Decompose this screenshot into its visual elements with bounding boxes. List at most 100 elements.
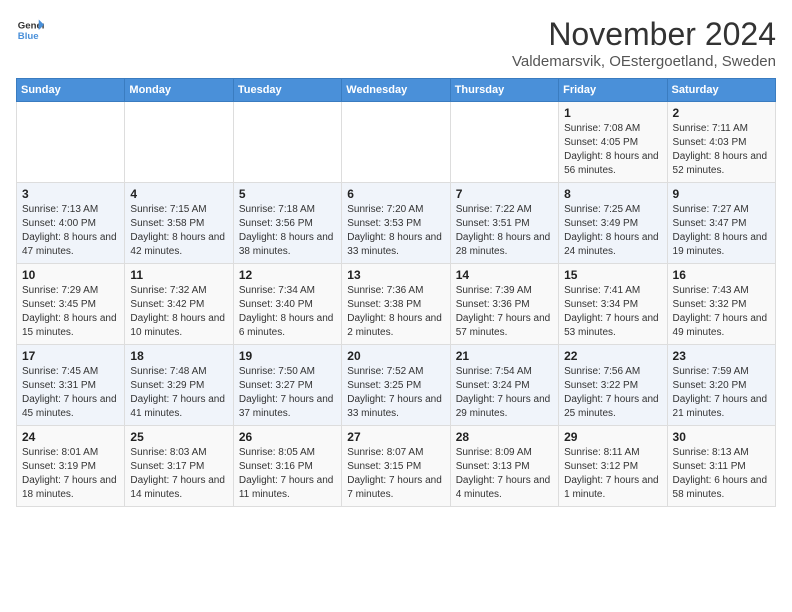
calendar-cell: 29 Sunrise: 8:11 AM Sunset: 3:12 PM Dayli…: [559, 426, 667, 507]
calendar-cell: 17Sunrise: 7:45 AM Sunset: 3:31 PM Dayli…: [17, 345, 125, 426]
day-number: 1: [564, 106, 661, 120]
calendar-cell: 15 Sunrise: 7:41 AM Sunset: 3:34 PM Dayli…: [559, 264, 667, 345]
day-number: 20: [347, 349, 444, 363]
day-number: 26: [239, 430, 336, 444]
day-info: Sunrise: 7:18 AM Sunset: 3:56 PM Dayligh…: [239, 203, 336, 259]
day-number: 15: [564, 268, 661, 282]
day-info: Sunrise: 7:52 AM Sunset: 3:25 PM Dayligh…: [347, 365, 444, 421]
day-number: 3: [22, 187, 119, 201]
day-number: 11: [130, 268, 227, 282]
calendar-cell: 28 Sunrise: 8:09 AM Sunset: 3:13 PM Dayli…: [450, 426, 558, 507]
calendar-cell: 11 Sunrise: 7:32 AM Sunset: 3:42 PM Dayli…: [125, 264, 233, 345]
weekday-header: Monday: [125, 79, 233, 102]
calendar-cell: 19Sunrise: 7:50 AM Sunset: 3:27 PM Dayli…: [233, 345, 341, 426]
day-info: Sunrise: 7:54 AM Sunset: 3:24 PM Dayligh…: [456, 365, 553, 421]
day-info: Sunrise: 7:48 AM Sunset: 3:29 PM Dayligh…: [130, 365, 227, 421]
calendar-cell: 13 Sunrise: 7:36 AM Sunset: 3:38 PM Dayli…: [342, 264, 450, 345]
calendar-cell: [450, 102, 558, 183]
calendar-cell: 9 Sunrise: 7:27 AM Sunset: 3:47 PM Daylig…: [667, 183, 775, 264]
day-number: 6: [347, 187, 444, 201]
calendar-week-row: 1 Sunrise: 7:08 AM Sunset: 4:05 PM Daylig…: [17, 102, 776, 183]
calendar-cell: 22 Sunrise: 7:56 AM Sunset: 3:22 PM Dayli…: [559, 345, 667, 426]
calendar-week-row: 17Sunrise: 7:45 AM Sunset: 3:31 PM Dayli…: [17, 345, 776, 426]
day-info: Sunrise: 7:13 AM Sunset: 4:00 PM Dayligh…: [22, 203, 119, 259]
day-number: 22: [564, 349, 661, 363]
day-number: 13: [347, 268, 444, 282]
calendar-cell: 8 Sunrise: 7:25 AM Sunset: 3:49 PM Daylig…: [559, 183, 667, 264]
weekday-header: Wednesday: [342, 79, 450, 102]
calendar-week-row: 24 Sunrise: 8:01 AM Sunset: 3:19 PM Dayli…: [17, 426, 776, 507]
day-info: Sunrise: 8:09 AM Sunset: 3:13 PM Dayligh…: [456, 446, 553, 502]
weekday-header: Sunday: [17, 79, 125, 102]
day-number: 2: [673, 106, 770, 120]
weekday-header: Tuesday: [233, 79, 341, 102]
day-number: 27: [347, 430, 444, 444]
day-info: Sunrise: 7:59 AM Sunset: 3:20 PM Dayligh…: [673, 365, 770, 421]
calendar-cell: [17, 102, 125, 183]
day-number: 12: [239, 268, 336, 282]
calendar-cell: [125, 102, 233, 183]
calendar-cell: 14 Sunrise: 7:39 AM Sunset: 3:36 PM Dayli…: [450, 264, 558, 345]
day-number: 9: [673, 187, 770, 201]
day-info: Sunrise: 7:43 AM Sunset: 3:32 PM Dayligh…: [673, 284, 770, 340]
day-info: Sunrise: 7:29 AM Sunset: 3:45 PM Dayligh…: [22, 284, 119, 340]
calendar-header-row: SundayMondayTuesdayWednesdayThursdayFrid…: [17, 79, 776, 102]
month-title: November 2024: [512, 16, 776, 53]
svg-text:Blue: Blue: [18, 31, 39, 42]
calendar-cell: 6Sunrise: 7:20 AM Sunset: 3:53 PM Daylig…: [342, 183, 450, 264]
calendar-cell: 21 Sunrise: 7:54 AM Sunset: 3:24 PM Dayli…: [450, 345, 558, 426]
calendar-cell: 3 Sunrise: 7:13 AM Sunset: 4:00 PM Daylig…: [17, 183, 125, 264]
day-info: Sunrise: 8:01 AM Sunset: 3:19 PM Dayligh…: [22, 446, 119, 502]
day-info: Sunrise: 7:45 AM Sunset: 3:31 PM Dayligh…: [22, 365, 119, 421]
title-block: November 2024 Valdemarsvik, OEstergoetla…: [512, 16, 776, 70]
day-number: 25: [130, 430, 227, 444]
day-info: Sunrise: 7:56 AM Sunset: 3:22 PM Dayligh…: [564, 365, 661, 421]
calendar-week-row: 3 Sunrise: 7:13 AM Sunset: 4:00 PM Daylig…: [17, 183, 776, 264]
day-info: Sunrise: 7:41 AM Sunset: 3:34 PM Dayligh…: [564, 284, 661, 340]
calendar-cell: 10Sunrise: 7:29 AM Sunset: 3:45 PM Dayli…: [17, 264, 125, 345]
weekday-header: Saturday: [667, 79, 775, 102]
day-info: Sunrise: 7:39 AM Sunset: 3:36 PM Dayligh…: [456, 284, 553, 340]
day-number: 18: [130, 349, 227, 363]
day-info: Sunrise: 7:36 AM Sunset: 3:38 PM Dayligh…: [347, 284, 444, 340]
calendar-cell: 1 Sunrise: 7:08 AM Sunset: 4:05 PM Daylig…: [559, 102, 667, 183]
calendar-cell: 25 Sunrise: 8:03 AM Sunset: 3:17 PM Dayli…: [125, 426, 233, 507]
day-info: Sunrise: 7:27 AM Sunset: 3:47 PM Dayligh…: [673, 203, 770, 259]
calendar-cell: 18 Sunrise: 7:48 AM Sunset: 3:29 PM Dayli…: [125, 345, 233, 426]
day-info: Sunrise: 8:13 AM Sunset: 3:11 PM Dayligh…: [673, 446, 770, 502]
calendar-cell: 26 Sunrise: 8:05 AM Sunset: 3:16 PM Dayli…: [233, 426, 341, 507]
calendar-week-row: 10Sunrise: 7:29 AM Sunset: 3:45 PM Dayli…: [17, 264, 776, 345]
day-info: Sunrise: 7:32 AM Sunset: 3:42 PM Dayligh…: [130, 284, 227, 340]
day-info: Sunrise: 7:22 AM Sunset: 3:51 PM Dayligh…: [456, 203, 553, 259]
day-info: Sunrise: 7:08 AM Sunset: 4:05 PM Dayligh…: [564, 122, 661, 178]
day-info: Sunrise: 7:50 AM Sunset: 3:27 PM Dayligh…: [239, 365, 336, 421]
day-number: 28: [456, 430, 553, 444]
calendar-cell: 16 Sunrise: 7:43 AM Sunset: 3:32 PM Dayli…: [667, 264, 775, 345]
calendar-table: SundayMondayTuesdayWednesdayThursdayFrid…: [16, 78, 776, 507]
day-number: 16: [673, 268, 770, 282]
day-info: Sunrise: 8:07 AM Sunset: 3:15 PM Dayligh…: [347, 446, 444, 502]
day-info: Sunrise: 7:11 AM Sunset: 4:03 PM Dayligh…: [673, 122, 770, 178]
day-number: 21: [456, 349, 553, 363]
day-number: 14: [456, 268, 553, 282]
weekday-header: Friday: [559, 79, 667, 102]
day-number: 23: [673, 349, 770, 363]
day-info: Sunrise: 8:03 AM Sunset: 3:17 PM Dayligh…: [130, 446, 227, 502]
calendar-cell: [342, 102, 450, 183]
calendar-cell: 12 Sunrise: 7:34 AM Sunset: 3:40 PM Dayli…: [233, 264, 341, 345]
day-info: Sunrise: 8:11 AM Sunset: 3:12 PM Dayligh…: [564, 446, 661, 502]
calendar-cell: 7 Sunrise: 7:22 AM Sunset: 3:51 PM Daylig…: [450, 183, 558, 264]
day-number: 7: [456, 187, 553, 201]
day-info: Sunrise: 7:34 AM Sunset: 3:40 PM Dayligh…: [239, 284, 336, 340]
day-number: 24: [22, 430, 119, 444]
day-number: 4: [130, 187, 227, 201]
day-number: 5: [239, 187, 336, 201]
weekday-header: Thursday: [450, 79, 558, 102]
day-number: 8: [564, 187, 661, 201]
day-info: Sunrise: 7:15 AM Sunset: 3:58 PM Dayligh…: [130, 203, 227, 259]
calendar-cell: 27 Sunrise: 8:07 AM Sunset: 3:15 PM Dayli…: [342, 426, 450, 507]
day-number: 29: [564, 430, 661, 444]
day-info: Sunrise: 7:25 AM Sunset: 3:49 PM Dayligh…: [564, 203, 661, 259]
calendar-cell: 30Sunrise: 8:13 AM Sunset: 3:11 PM Dayli…: [667, 426, 775, 507]
day-info: Sunrise: 8:05 AM Sunset: 3:16 PM Dayligh…: [239, 446, 336, 502]
